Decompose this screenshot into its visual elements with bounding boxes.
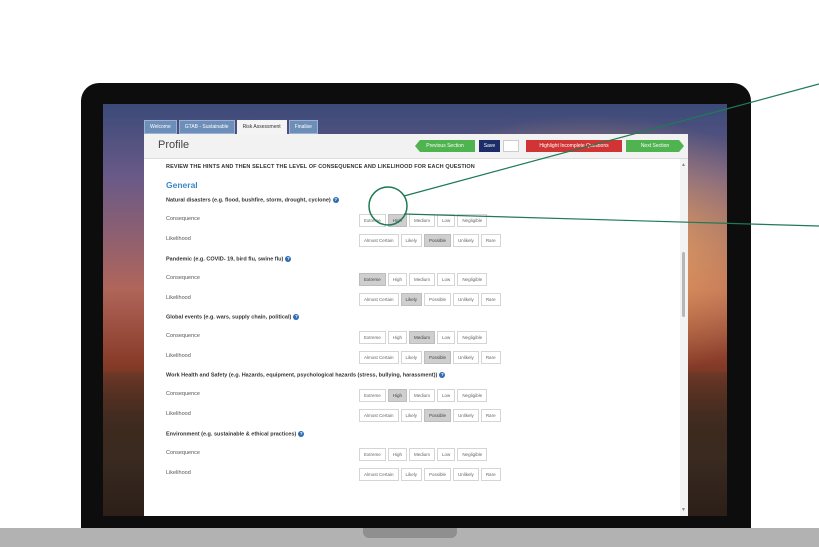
callout-overlay xyxy=(368,83,819,227)
callout-line-lower xyxy=(403,213,819,227)
callout-line-upper xyxy=(403,83,819,197)
callout-circle xyxy=(368,186,408,226)
